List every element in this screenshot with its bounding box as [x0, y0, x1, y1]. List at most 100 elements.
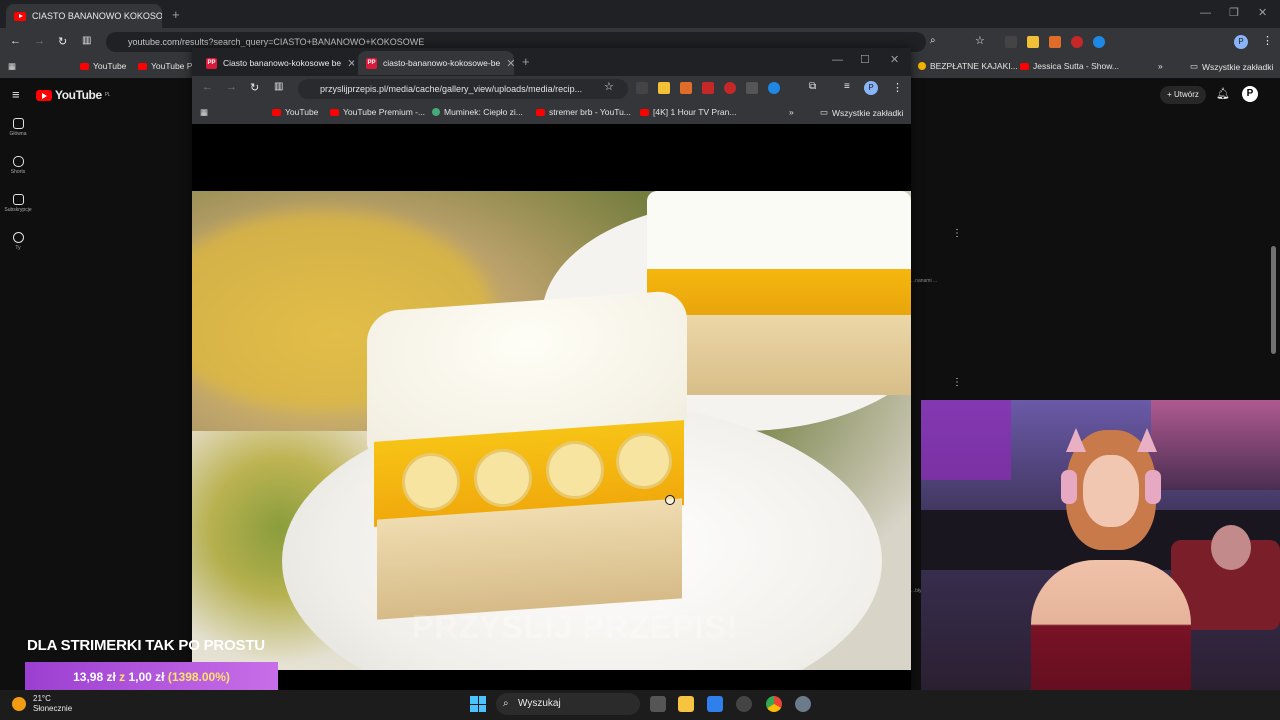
youtube-favicon-icon: [330, 108, 339, 116]
teddy-bear: [1211, 525, 1251, 570]
obs-icon[interactable]: [736, 696, 752, 712]
close-tab-icon[interactable]: ✕: [347, 57, 354, 70]
extension-icon[interactable]: [702, 82, 714, 94]
bookmark-youtube-premium[interactable]: YouTube Pr: [138, 61, 195, 71]
subscriptions-icon: [12, 194, 24, 205]
sidebar-toggle-icon[interactable]: ▥: [274, 81, 283, 92]
extension-icon[interactable]: [658, 82, 670, 94]
folder-icon: ▭: [1190, 61, 1199, 71]
extension-icon[interactable]: [636, 82, 648, 94]
settings-gear-icon[interactable]: [795, 696, 811, 712]
hamburger-menu-icon[interactable]: ≡: [12, 87, 20, 102]
bookmark-youtube-premium[interactable]: YouTube Premium -...: [330, 107, 425, 117]
popup-address-bar[interactable]: przyslijprzepis.pl/media/cache/gallery_v…: [298, 79, 628, 99]
task-view-icon[interactable]: [650, 696, 666, 712]
extension-icon[interactable]: [1071, 36, 1083, 48]
youtube-logo-icon: [36, 89, 52, 101]
banana-slice: [616, 433, 672, 489]
bookmark-star-icon[interactable]: ☆: [604, 80, 614, 93]
streamer-face: [1083, 455, 1139, 527]
bookmark-youtube[interactable]: YouTube: [80, 61, 126, 71]
youtube-favicon-icon: [272, 108, 281, 116]
price-promo-box: 13,98 zł z 1,00 zł (1398.00%): [25, 662, 278, 692]
close-window-icon[interactable]: ✕: [1258, 6, 1267, 19]
bookmark-youtube[interactable]: YouTube: [272, 107, 318, 117]
menu-dots-icon[interactable]: ⋮: [1262, 34, 1273, 47]
weather-widget[interactable]: 21°C Słonecznie: [33, 694, 72, 714]
back-arrow-icon[interactable]: ←: [10, 35, 21, 47]
zoom-icon[interactable]: ⌕: [930, 35, 936, 46]
extension-icon[interactable]: [746, 82, 758, 94]
sidebar-item-subscriptions[interactable]: Subskrypcje: [0, 194, 36, 213]
cake-photo[interactable]: PRZYSLIJ PRZEPIS!: [192, 191, 911, 670]
bookmark-stremer-brb[interactable]: stremer brb - YouTu...: [536, 107, 631, 117]
close-window-icon[interactable]: ✕: [890, 53, 899, 66]
youtube-favicon-icon: [138, 62, 147, 70]
sidebar-item-home[interactable]: Główna: [0, 118, 36, 137]
video-snippet-text: ...bły: [911, 588, 922, 594]
all-bookmarks-folder[interactable]: ▭ Wszystkie zakładki: [1190, 61, 1273, 72]
back-browser-tab[interactable]: CIASTO BANANOWO KOKOSO ✕: [6, 4, 162, 28]
back-tab-title: CIASTO BANANOWO KOKOSO: [32, 11, 162, 21]
windows-taskbar: [0, 690, 1280, 720]
close-tab-icon[interactable]: ✕: [506, 57, 514, 70]
sidebar-item-you[interactable]: Ty: [0, 232, 36, 251]
new-tab-icon[interactable]: +: [522, 54, 530, 69]
profile-avatar[interactable]: P: [1234, 35, 1248, 49]
extension-icon[interactable]: [1049, 36, 1061, 48]
media-controls-icon[interactable]: ≡: [844, 81, 850, 92]
sidebar-item-shorts[interactable]: Shorts: [0, 156, 36, 175]
extension-icon[interactable]: [724, 82, 736, 94]
maximize-icon[interactable]: ☐: [860, 53, 870, 66]
menu-dots-icon[interactable]: ⋮: [892, 81, 903, 94]
start-button[interactable]: [470, 696, 486, 712]
photo-watermark: PRZYSLIJ PRZEPIS!: [412, 609, 739, 645]
avatar[interactable]: P: [1242, 86, 1258, 102]
page-scrollbar[interactable]: [1271, 246, 1276, 354]
apps-grid-icon[interactable]: ▦: [8, 61, 16, 72]
region-code: PL: [104, 92, 111, 98]
bookmarks-overflow-icon[interactable]: »: [789, 107, 794, 117]
bookmark-jessica-sutta[interactable]: Jessica Sutta - Show...: [1020, 61, 1119, 71]
taskbar-search[interactable]: ⌕ Wyszukaj: [496, 693, 640, 715]
create-button[interactable]: + Utwórz: [1160, 86, 1206, 104]
notifications-bell-icon[interactable]: 🔔︎: [1216, 87, 1230, 100]
profile-avatar[interactable]: P: [864, 81, 878, 95]
bookmark-kajaki[interactable]: BEZPŁATNE KAJAKI...: [918, 61, 1018, 71]
youtube-logo[interactable]: YouTube PL: [36, 88, 111, 102]
extension-icon[interactable]: [1093, 36, 1105, 48]
reload-icon[interactable]: ↻: [250, 81, 259, 94]
chrome-icon[interactable]: [766, 696, 782, 712]
video-menu-icon[interactable]: ⋮: [952, 377, 962, 388]
new-tab-icon[interactable]: +: [172, 7, 180, 22]
forward-arrow-icon[interactable]: →: [34, 35, 45, 47]
puzzle-extensions-icon[interactable]: ⧉: [809, 81, 816, 92]
microsoft-store-icon[interactable]: [707, 696, 723, 712]
popup-tab-image[interactable]: PP ciasto-bananowo-kokosowe-be ✕: [358, 51, 514, 75]
forward-arrow-icon[interactable]: →: [226, 81, 237, 93]
apps-grid-icon[interactable]: ▦: [200, 107, 208, 118]
video-snippet-text: ...nanami ...: [911, 278, 938, 284]
video-menu-icon[interactable]: ⋮: [952, 228, 962, 239]
minimize-icon[interactable]: —: [1200, 7, 1211, 19]
maximize-icon[interactable]: ❐: [1229, 6, 1239, 19]
windows-logo-icon: [470, 704, 478, 712]
file-explorer-icon[interactable]: [678, 696, 694, 712]
bookmarks-overflow-icon[interactable]: »: [1158, 61, 1163, 71]
extension-icon[interactable]: [768, 82, 780, 94]
price-percentage: (1398.00%): [167, 670, 230, 684]
bookmark-tv-pranks[interactable]: [4K] 1 Hour TV Pran...: [640, 107, 736, 117]
back-arrow-icon[interactable]: ←: [202, 81, 213, 93]
reload-icon[interactable]: ↻: [58, 35, 67, 48]
bookmark-muminek[interactable]: Muminek: Ciepło zi...: [432, 107, 523, 117]
przepis-favicon-icon: PP: [206, 57, 217, 69]
extension-icon[interactable]: [680, 82, 692, 94]
extension-icon[interactable]: [1005, 36, 1017, 48]
sidebar-toggle-icon[interactable]: ▥: [82, 35, 91, 46]
minimize-icon[interactable]: —: [832, 54, 843, 66]
extension-icon[interactable]: [1027, 36, 1039, 48]
popup-browser-window: PP Ciasto bananowo-kokosowe be ✕ PP cias…: [192, 48, 911, 690]
popup-tab-recipe[interactable]: PP Ciasto bananowo-kokosowe be ✕: [198, 51, 354, 75]
bookmark-star-icon[interactable]: ☆: [975, 34, 985, 47]
all-bookmarks-folder[interactable]: ▭ Wszystkie zakładki: [820, 107, 903, 118]
